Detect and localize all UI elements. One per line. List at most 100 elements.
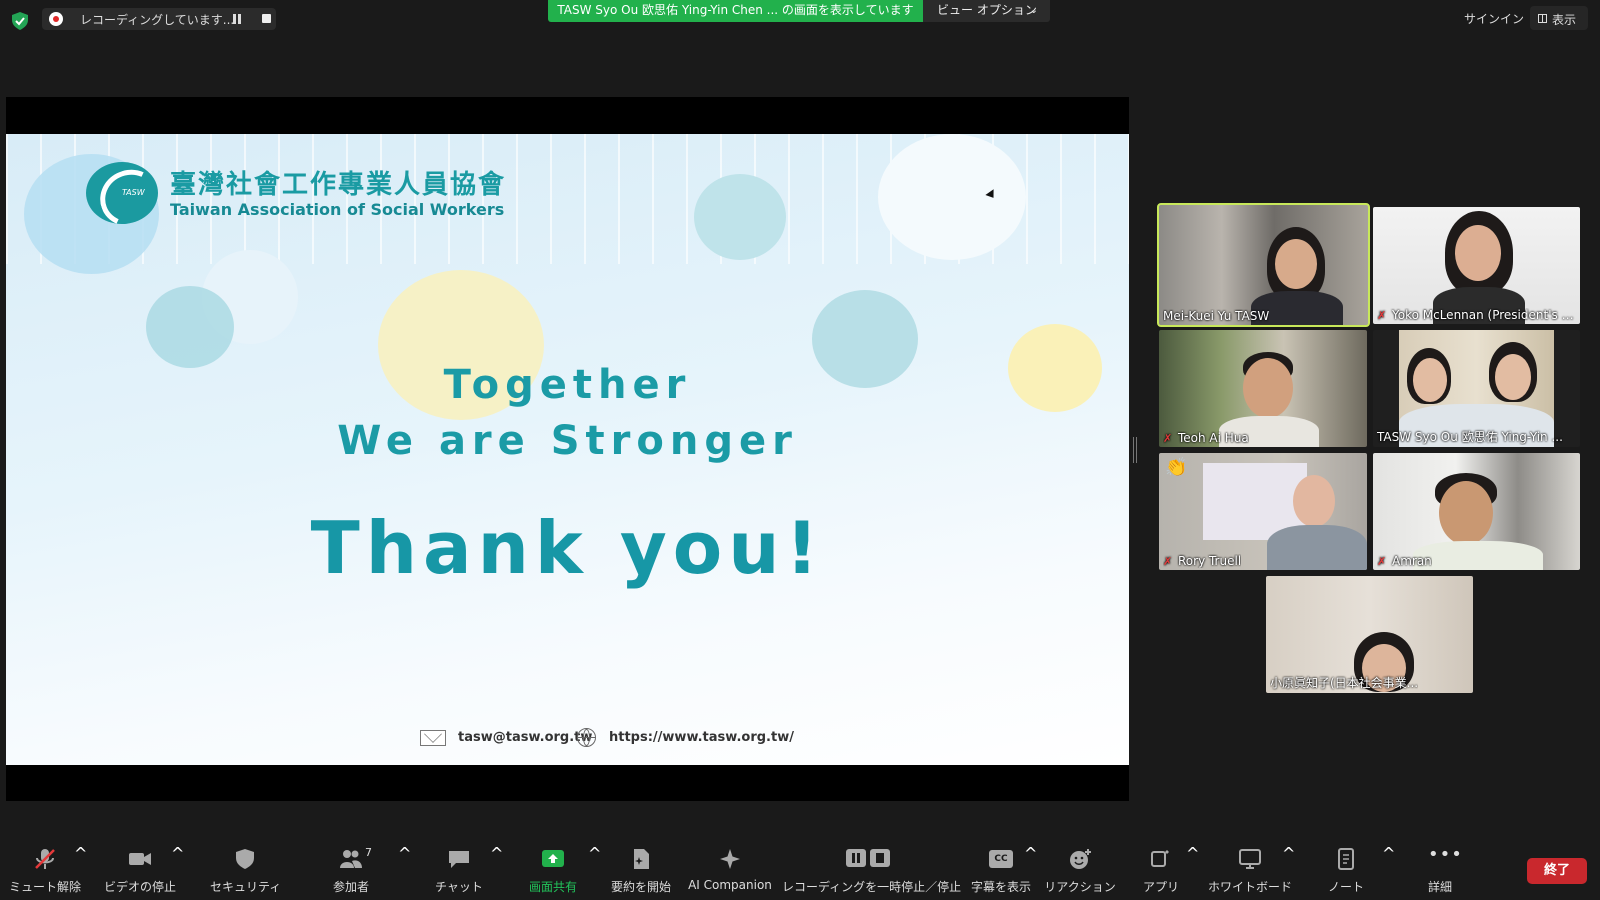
unmute-button[interactable]: ミュート解除 [6, 838, 84, 900]
participant-tile[interactable]: 小原眞知子(日本社会事業... [1266, 576, 1473, 693]
notes-button[interactable]: ノート [1318, 838, 1374, 900]
whiteboard-icon [1239, 849, 1261, 869]
captions-label: 字幕を表示 [970, 880, 1031, 894]
summary-document-icon [634, 849, 649, 869]
participant-tile[interactable]: ✗ Teoh Ai Hua [1159, 330, 1367, 447]
stop-video-button[interactable]: ビデオの停止 [100, 838, 180, 900]
security-label: セキュリティ [210, 880, 282, 894]
recording-status-text: レコーディングしています... [80, 13, 235, 27]
participant-name: ✗ Amran [1377, 554, 1432, 568]
presentation-slide: TASW 臺灣社會工作專業人員協會 Taiwan Association of … [6, 134, 1129, 765]
stop-video-label: ビデオの停止 [103, 880, 176, 894]
participant-tile[interactable]: ✗ Amran [1373, 453, 1580, 570]
more-label: 詳細 [1427, 880, 1452, 894]
grid-view-icon [1538, 14, 1547, 23]
thank-you-heading: Thank you! [310, 506, 825, 590]
audio-options-caret-icon[interactable]: ^ [74, 844, 87, 863]
sparkle-icon [720, 849, 740, 869]
start-summary-button[interactable]: 要約を開始 [606, 838, 676, 900]
apps-button[interactable]: アプリ [1130, 838, 1192, 900]
decor-bubble [146, 286, 234, 368]
screen-share-banner: TASW Syo Ou 欧思佑 Ying-Yin Chen ... の画面を表示… [548, 0, 923, 22]
video-camera-icon [129, 853, 151, 865]
whiteboard-label: ホワイトボード [1208, 880, 1293, 894]
participant-name: ✗ Yoko McLennan (President's S... [1377, 308, 1576, 322]
org-name-english: Taiwan Association of Social Workers [170, 200, 505, 219]
shield-icon [236, 849, 254, 869]
panel-resize-handle[interactable] [1133, 437, 1137, 463]
end-meeting-button[interactable]: 終了 [1527, 858, 1587, 884]
signin-link[interactable]: サインイン [1464, 10, 1524, 27]
captions-caret-icon[interactable]: ^ [1024, 844, 1037, 863]
recording-dot-icon [49, 12, 63, 26]
share-options-caret-icon[interactable]: ^ [588, 844, 601, 863]
chat-button[interactable]: チャット [428, 838, 490, 900]
pause-stop-recording-label: レコーディングを一時停止／停止 [782, 880, 962, 894]
participants-icon [340, 850, 362, 868]
notes-icon [1338, 848, 1354, 870]
participants-label: 参加者 [332, 880, 369, 894]
microphone-muted-icon [35, 849, 55, 869]
chat-bubble-icon [449, 851, 469, 868]
website-url: https://www.tasw.org.tw/ [609, 730, 794, 745]
tagline-line2: We are Stronger [337, 418, 798, 464]
start-summary-label: 要約を開始 [610, 880, 671, 894]
participants-button[interactable]: 7 参加者 [320, 838, 382, 900]
participant-tile[interactable]: Mei-Kuei Yu TASW [1157, 203, 1370, 327]
notes-label: ノート [1327, 880, 1364, 894]
contact-email: tasw@tasw.org.tw [458, 730, 593, 745]
ai-companion-button[interactable]: AI Companion [684, 838, 776, 900]
view-options-button[interactable]: ビュー オプション ⌄ [923, 0, 1050, 22]
decor-bubble [878, 134, 1026, 260]
participant-tile[interactable]: 👏 ✗ Rory Truell [1159, 453, 1367, 570]
mic-muted-icon: ✗ [1163, 555, 1173, 568]
whiteboard-caret-icon[interactable]: ^ [1282, 844, 1295, 863]
chat-caret-icon[interactable]: ^ [490, 844, 503, 863]
view-options-label: ビュー オプション [937, 3, 1037, 17]
participant-name: TASW Syo Ou 欧思佑 Ying-Yin ... [1377, 430, 1563, 444]
apps-icon [1151, 850, 1169, 867]
stop-recording-icon[interactable] [262, 14, 271, 23]
participant-name: 小原眞知子(日本社会事業... [1270, 676, 1419, 690]
pause-stop-recording-button[interactable]: レコーディングを一時停止／停止 [782, 838, 962, 900]
video-options-caret-icon[interactable]: ^ [171, 844, 184, 863]
tasw-logo-icon: TASW [86, 162, 158, 224]
smiley-plus-icon [1070, 849, 1091, 869]
security-button[interactable]: セキュリティ [210, 838, 282, 900]
reactions-button[interactable]: リアクション [1044, 838, 1116, 900]
meeting-toolbar: ミュート解除 ^ ビデオの停止 ^ セキュリティ 7 参加者 ^ チャット ^ … [0, 838, 1600, 900]
apps-caret-icon[interactable]: ^ [1186, 844, 1199, 863]
whiteboard-button[interactable]: ホワイトボード [1208, 838, 1292, 900]
clap-reaction-icon: 👏 [1165, 457, 1188, 478]
mic-muted-icon: ✗ [1377, 309, 1387, 322]
view-button-label: 表示 [1552, 13, 1577, 27]
chevron-down-icon: ⌄ [1029, 5, 1038, 16]
participant-tile[interactable]: TASW Syo Ou 欧思佑 Ying-Yin ... [1373, 330, 1580, 447]
more-dots-icon: ••• [1428, 844, 1463, 865]
unmute-label: ミュート解除 [8, 880, 81, 894]
notes-caret-icon[interactable]: ^ [1382, 844, 1395, 863]
view-button[interactable]: 表示 [1530, 6, 1588, 30]
participants-count: 7 [365, 846, 372, 859]
closed-captions-icon: CC [989, 850, 1013, 868]
chat-label: チャット [435, 880, 483, 894]
mic-muted-icon: ✗ [1377, 555, 1387, 568]
reactions-label: リアクション [1044, 880, 1116, 894]
participant-tile[interactable]: ✗ Yoko McLennan (President's S... [1373, 207, 1580, 324]
more-button[interactable]: ••• 詳細 [1410, 838, 1470, 900]
share-screen-button[interactable]: 画面共有 [520, 838, 586, 900]
logo-mark-text: TASW [122, 188, 145, 197]
participants-caret-icon[interactable]: ^ [398, 844, 411, 863]
recording-controls-icon [846, 848, 890, 870]
participant-name: Mei-Kuei Yu TASW [1163, 309, 1270, 323]
email-icon [420, 730, 446, 746]
org-name-chinese: 臺灣社會工作專業人員協會 [170, 170, 507, 200]
apps-label: アプリ [1142, 880, 1179, 894]
decor-bubble [694, 174, 786, 260]
pause-recording-icon[interactable] [232, 14, 242, 24]
share-screen-icon [542, 850, 564, 867]
participant-name: ✗ Rory Truell [1163, 554, 1242, 568]
security-shield-icon [12, 12, 28, 30]
tagline-line1: Together [443, 362, 692, 408]
share-screen-label: 画面共有 [528, 880, 577, 894]
